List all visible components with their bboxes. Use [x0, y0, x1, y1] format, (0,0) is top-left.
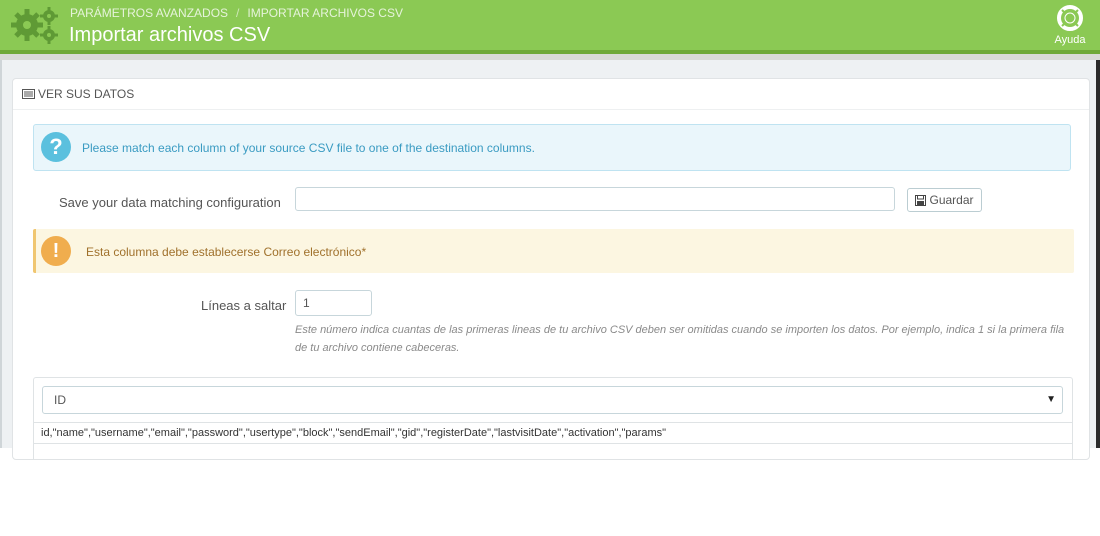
lifebuoy-icon — [1057, 5, 1083, 31]
top-header: PARÁMETROS AVANZADOS / IMPORTAR ARCHIVOS C… — [0, 0, 1100, 54]
panel-title: VER SUS DATOS — [38, 87, 135, 101]
help-label: Ayuda — [1054, 34, 1086, 46]
scrollbar-edge — [1096, 60, 1100, 448]
csv-header-line: id,"name","username","email","password",… — [34, 422, 1072, 444]
exclamation-icon: ! — [41, 236, 71, 266]
save-config-label: Save your data matching configuration — [59, 195, 281, 210]
warning-message: Esta columna debe establecerse Correo el… — [86, 245, 367, 259]
breadcrumb-separator: / — [236, 6, 240, 20]
caret-down-icon: ▼ — [1046, 394, 1056, 405]
question-icon: ? — [41, 132, 71, 162]
column-select[interactable]: ID ▼ — [42, 386, 1063, 414]
breadcrumb-item-advanced-params[interactable]: PARÁMETROS AVANZADOS — [70, 6, 228, 20]
save-config-input[interactable] — [295, 187, 895, 211]
save-button[interactable]: Guardar — [907, 188, 982, 212]
warning-alert: ! Esta columna debe establecerse Correo … — [33, 229, 1074, 273]
gears-icon — [11, 7, 58, 44]
page-title: Importar archivos CSV — [69, 24, 271, 46]
breadcrumb-item-import-csv[interactable]: IMPORTAR ARCHIVOS CSV — [247, 6, 403, 20]
skip-lines-help: Este número indica cuantas de las primer… — [295, 324, 1065, 354]
list-icon — [22, 89, 35, 99]
column-mapping-block: ID ▼ id,"name","username","email","passw… — [33, 377, 1073, 460]
breadcrumb: PARÁMETROS AVANZADOS / IMPORTAR ARCHIVOS C… — [70, 6, 403, 20]
help-button[interactable]: Ayuda — [1052, 5, 1088, 46]
skip-lines-input[interactable]: 1 — [295, 290, 372, 316]
data-panel: VER SUS DATOS ? Please match each column… — [12, 78, 1090, 460]
info-message: Please match each column of your source … — [82, 141, 535, 155]
column-select-value: ID — [54, 393, 66, 407]
sidebar-edge — [0, 60, 2, 448]
floppy-disk-icon — [915, 195, 927, 206]
panel-heading: VER SUS DATOS — [13, 79, 1089, 110]
save-button-label: Guardar — [929, 193, 974, 207]
skip-lines-label: Líneas a saltar — [201, 298, 287, 313]
info-alert: ? Please match each column of your sourc… — [33, 124, 1071, 171]
